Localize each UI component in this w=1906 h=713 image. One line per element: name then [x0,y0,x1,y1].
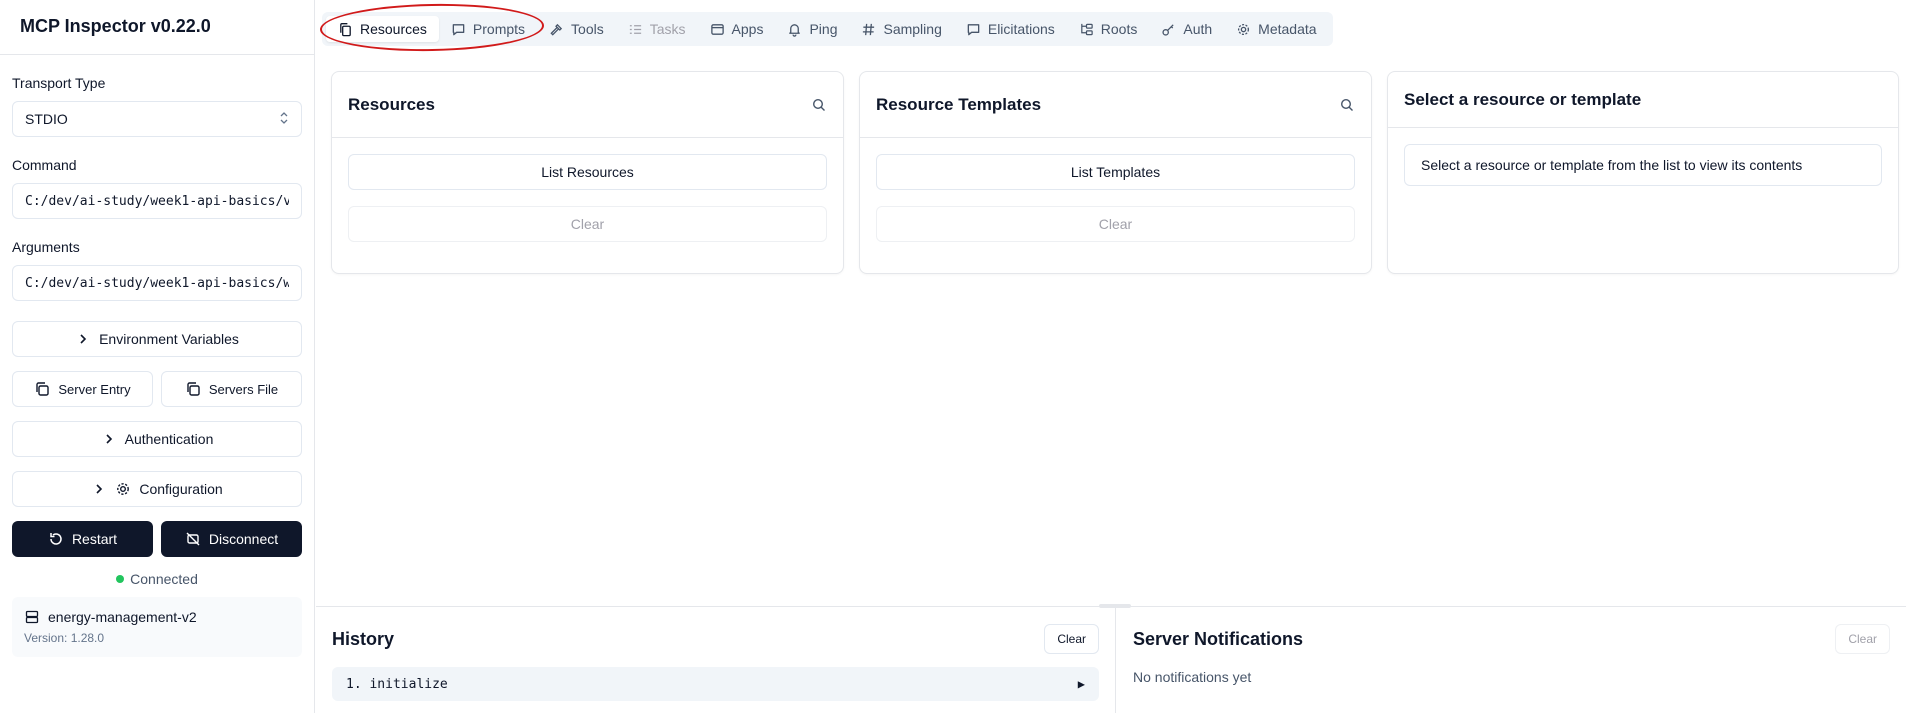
copy-icon [34,381,50,397]
restart-button[interactable]: Restart [12,521,153,557]
servers-file-label: Servers File [208,381,279,397]
connection-status: Connected [12,571,302,587]
status-dot-icon [116,575,125,583]
transport-type-label: Transport Type [12,75,106,91]
configuration-label: Configuration [139,481,223,497]
history-item-label: 1. initialize [346,676,448,692]
clear-resources-button[interactable]: Clear [348,206,827,242]
disconnect-button[interactable]: Disconnect [161,521,302,557]
server-name: energy-management-v2 [48,609,197,625]
bell-icon [789,23,801,37]
message-square-icon [452,23,465,35]
authentication-label: Authentication [124,431,214,447]
message-square-icon [967,23,980,35]
tab-prompts[interactable]: Prompts [439,16,537,42]
play-icon[interactable]: ▶ [1078,677,1085,691]
hash-icon [863,23,875,35]
tab-elicitations-label: Elicitations [987,21,1055,37]
history-title: History [332,628,395,649]
app-window-icon [710,23,724,35]
environment-variables-button[interactable]: Environment Variables [12,321,302,357]
hammer-icon [550,23,563,36]
tab-tasks[interactable]: Tasks [616,16,698,42]
tab-ping[interactable]: Ping [775,16,849,42]
main-content: Resources Prompts Tools Tasks Apps Ping … [316,0,1906,713]
server-version: Version: 1.28.0 [24,631,105,645]
tab-prompts-label: Prompts [472,21,526,37]
tab-tools[interactable]: Tools [537,16,616,42]
server-icon [24,609,40,625]
list-resources-button[interactable]: List Resources [348,154,827,190]
rotate-ccw-icon [48,531,64,547]
search-icon[interactable] [1339,97,1355,113]
command-label: Command [12,157,77,173]
chevron-right-icon [75,331,91,347]
tab-tools-label: Tools [571,21,604,37]
sidebar: MCP Inspector v0.22.0 Transport Type STD… [0,0,315,713]
environment-variables-label: Environment Variables [99,331,239,347]
tab-resources[interactable]: Resources [326,16,439,42]
resources-title: Resources [348,94,435,114]
app-title: MCP Inspector v0.22.0 [0,0,314,55]
tab-roots[interactable]: Roots [1067,16,1150,42]
key-icon [1162,23,1175,36]
tab-roots-label: Roots [1100,21,1138,37]
tab-metadata[interactable]: Metadata [1224,16,1328,42]
server-notifications-panel: Server Notifications Clear No notificati… [1117,607,1906,713]
clear-notifications-button[interactable]: Clear [1835,624,1890,654]
list-templates-button[interactable]: List Templates [876,154,1355,190]
chevron-right-icon [101,431,117,447]
clear-templates-button[interactable]: Clear [876,206,1355,242]
unplug-icon [185,531,201,547]
arguments-input[interactable] [12,265,302,301]
server-notifications-title: Server Notifications [1133,628,1304,649]
tab-elicitations[interactable]: Elicitations [954,16,1067,42]
tab-ping-label: Ping [809,21,838,37]
clear-history-button[interactable]: Clear [1044,624,1099,654]
folder-tree-icon [1080,23,1093,35]
gear-icon [1238,23,1250,35]
transport-type-value: STDIO [25,111,68,127]
history-panel: History Clear 1. initialize ▶ [316,607,1116,713]
tab-apps[interactable]: Apps [698,16,776,42]
chevron-up-down-icon [279,111,289,128]
tab-bar: Resources Prompts Tools Tasks Apps Ping … [322,12,1333,46]
authentication-button[interactable]: Authentication [12,421,302,457]
command-input[interactable] [12,183,302,219]
arguments-label: Arguments [12,239,80,255]
server-entry-label: Server Entry [58,381,131,397]
server-entry-button[interactable]: Server Entry [12,371,153,407]
resources-panel: Resources List Resources Clear [331,71,844,274]
tab-resources-label: Resources [360,21,427,37]
servers-file-button[interactable]: Servers File [161,371,302,407]
gear-icon [115,481,131,497]
copy-icon [185,381,201,397]
notifications-empty-text: No notifications yet [1133,669,1252,685]
configuration-button[interactable]: Configuration [12,471,302,507]
bottom-panels: History Clear 1. initialize ▶ Server Not… [316,604,1906,713]
files-icon [340,22,351,36]
resource-templates-title: Resource Templates [876,94,1042,114]
list-todo-icon [629,24,641,34]
tab-metadata-label: Metadata [1258,21,1317,37]
resource-templates-panel: Resource Templates List Templates Clear [859,71,1372,274]
restart-label: Restart [71,531,118,547]
history-item[interactable]: 1. initialize ▶ [332,667,1099,701]
connection-status-text: Connected [130,571,198,587]
tab-tasks-label: Tasks [649,21,686,37]
tab-auth[interactable]: Auth [1149,16,1224,42]
tab-auth-label: Auth [1183,21,1213,37]
resource-detail-title: Select a resource or template [1404,89,1642,109]
search-icon[interactable] [811,97,827,113]
resource-detail-panel: Select a resource or template Select a r… [1387,71,1899,274]
tab-sampling-label: Sampling [883,21,942,37]
resource-detail-message: Select a resource or template from the l… [1404,144,1882,186]
chevron-right-icon [91,481,107,497]
tab-sampling[interactable]: Sampling [849,16,953,42]
server-info-card: energy-management-v2 Version: 1.28.0 [12,597,302,657]
transport-type-select[interactable]: STDIO [12,101,302,137]
tab-apps-label: Apps [731,21,764,37]
disconnect-label: Disconnect [208,531,279,547]
